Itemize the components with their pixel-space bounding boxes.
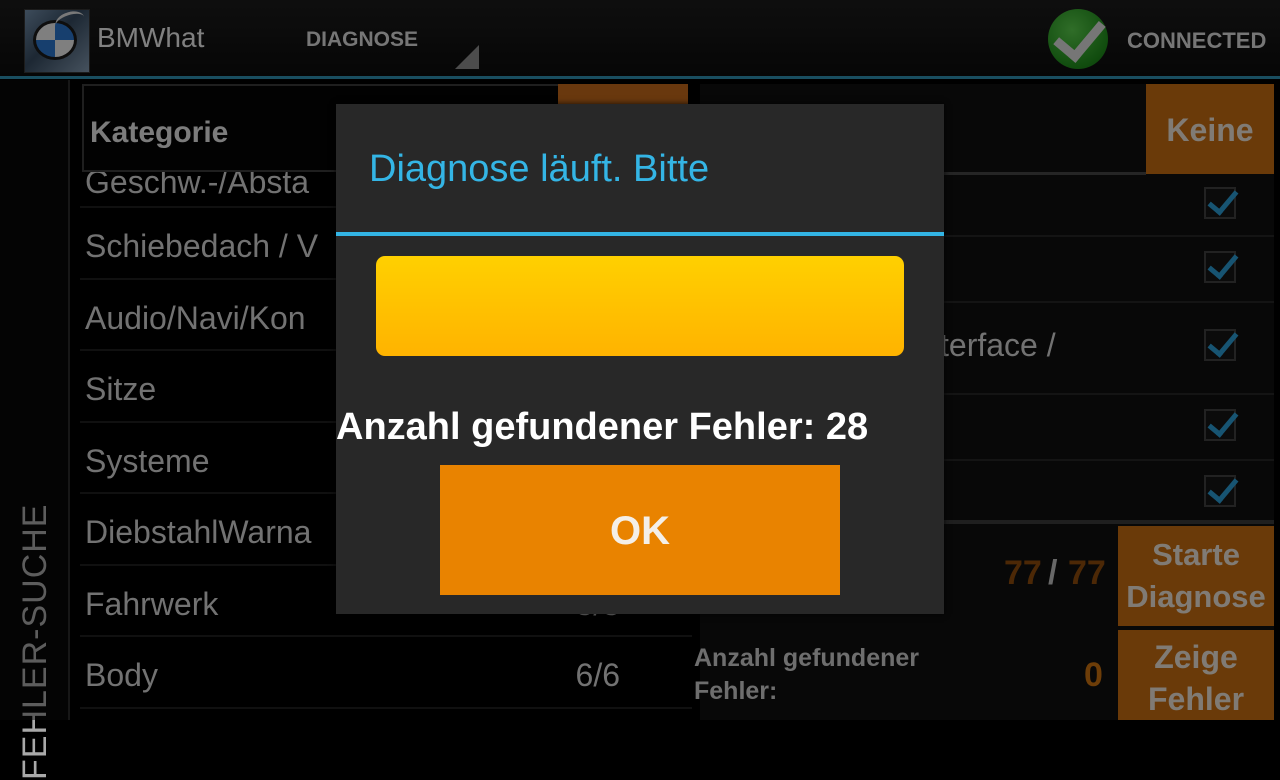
progress-fill [376,256,904,356]
dialog-message: Anzahl gefundener Fehler: 28 [336,406,869,448]
dialog-title-divider [336,232,944,236]
ok-button[interactable]: OK [440,465,840,595]
diagnosis-progress-bar [376,256,904,356]
dialog-title: Diagnose läuft. Bitte [369,148,710,190]
diagnosis-dialog: Diagnose läuft. Bitte Anzahl gefundener … [336,104,944,614]
